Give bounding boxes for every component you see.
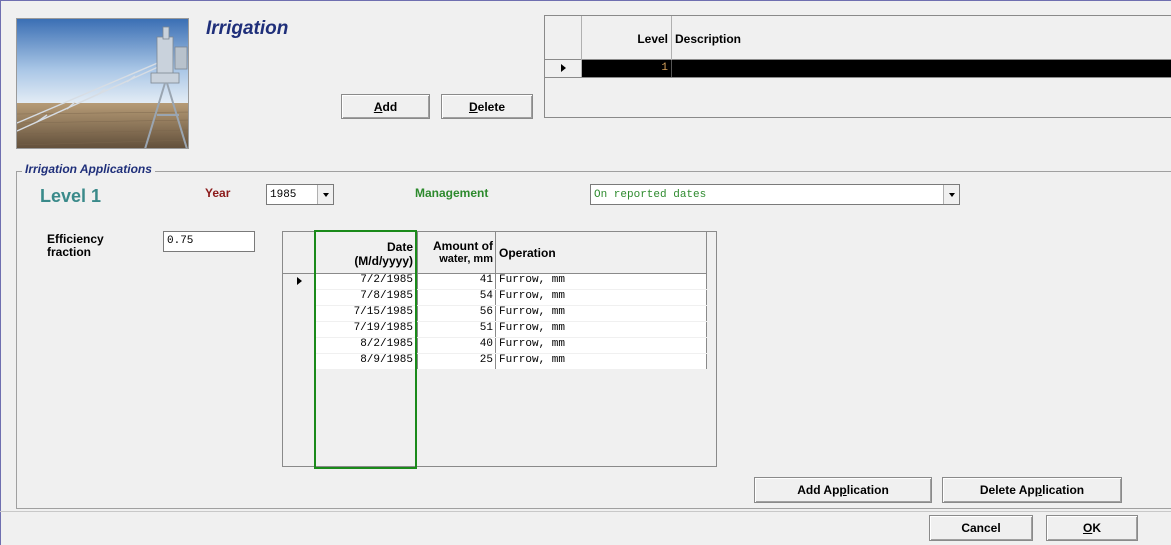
- efficiency-label-line2: fraction: [47, 245, 92, 259]
- management-dropdown-button[interactable]: [943, 185, 959, 204]
- application-row[interactable]: 8/9/1985 25 Furrow, mm: [283, 354, 707, 369]
- year-select[interactable]: 1985: [266, 184, 334, 205]
- year-label: Year: [205, 186, 231, 200]
- year-dropdown-button[interactable]: [317, 185, 333, 204]
- irrigation-photo: [16, 18, 189, 149]
- row-header[interactable]: [283, 354, 315, 369]
- operation-column-header[interactable]: Operation: [496, 232, 707, 274]
- date-cell[interactable]: 7/2/1985: [315, 274, 418, 289]
- delete-level-label: Delete: [468, 99, 506, 114]
- amount-cell[interactable]: 51: [418, 322, 496, 337]
- date-column-header[interactable]: Date (M/d/yyyy): [315, 232, 418, 274]
- row-header[interactable]: [283, 306, 315, 321]
- amount-cell[interactable]: 41: [418, 274, 496, 289]
- row-header[interactable]: [283, 274, 315, 289]
- add-application-button[interactable]: Add Application: [754, 477, 932, 503]
- current-level-label: Level 1: [40, 186, 102, 206]
- level-cell[interactable]: 1: [582, 60, 672, 77]
- level-column-header[interactable]: Level: [582, 16, 672, 60]
- date-cell[interactable]: 7/15/1985: [315, 306, 418, 321]
- date-cell[interactable]: 8/9/1985: [315, 354, 418, 369]
- add-level-button[interactable]: Add: [341, 94, 430, 119]
- operation-cell[interactable]: Furrow, mm: [496, 290, 707, 305]
- chevron-down-icon: [322, 192, 329, 197]
- applications-grid: Date (M/d/yyyy) Amount of water, mm Oper…: [282, 231, 717, 467]
- pivot-irrigation-image: [17, 19, 188, 148]
- chevron-down-icon: [948, 192, 955, 197]
- applications-group-label: Irrigation Applications: [22, 162, 155, 176]
- application-row[interactable]: 7/15/1985 56 Furrow, mm: [283, 306, 707, 321]
- efficiency-input[interactable]: 0.75: [163, 231, 255, 252]
- cancel-button[interactable]: Cancel: [929, 515, 1033, 541]
- row-header[interactable]: [283, 290, 315, 305]
- amount-cell[interactable]: 56: [418, 306, 496, 321]
- applications-grid-header: Date (M/d/yyyy) Amount of water, mm Oper…: [283, 232, 707, 274]
- level-grid-corner: [545, 16, 582, 60]
- date-header-line2: (M/d/yyyy): [354, 254, 413, 268]
- date-cell[interactable]: 7/19/1985: [315, 322, 418, 337]
- level-grid-row[interactable]: 1: [545, 60, 1171, 78]
- operation-cell[interactable]: Furrow, mm: [496, 306, 707, 321]
- add-level-label: Add: [373, 99, 398, 114]
- row-header[interactable]: [283, 338, 315, 353]
- date-header-line1: Date: [386, 240, 413, 254]
- operation-cell[interactable]: Furrow, mm: [496, 354, 707, 369]
- amount-cell[interactable]: 54: [418, 290, 496, 305]
- amount-cell[interactable]: 25: [418, 354, 496, 369]
- delete-level-button[interactable]: Delete: [441, 94, 533, 119]
- efficiency-label: Efficiency fraction: [47, 233, 104, 259]
- amount-header-line2: water, mm: [439, 253, 493, 265]
- application-row[interactable]: 7/2/1985 41 Furrow, mm: [283, 274, 707, 289]
- description-column-header[interactable]: Description: [672, 16, 741, 60]
- application-row[interactable]: 8/2/1985 40 Furrow, mm: [283, 338, 707, 353]
- ok-button[interactable]: OK: [1046, 515, 1138, 541]
- applications-grid-corner: [283, 232, 315, 274]
- year-value: 1985: [270, 188, 297, 201]
- level-grid: Level Description 1: [544, 15, 1171, 118]
- application-row[interactable]: 7/19/1985 51 Furrow, mm: [283, 322, 707, 337]
- add-application-label: Add Application: [797, 483, 889, 497]
- operation-cell[interactable]: Furrow, mm: [496, 274, 707, 289]
- page-title: Irrigation: [206, 18, 289, 39]
- amount-column-header[interactable]: Amount of water, mm: [418, 232, 496, 274]
- row-header[interactable]: [283, 322, 315, 337]
- level-grid-header: Level Description: [545, 16, 1171, 60]
- ok-label: OK: [1082, 521, 1101, 535]
- management-value: On reported dates: [594, 188, 707, 201]
- row-pointer-icon: [561, 64, 566, 72]
- management-select[interactable]: On reported dates: [590, 184, 960, 205]
- date-cell[interactable]: 8/2/1985: [315, 338, 418, 353]
- description-cell[interactable]: [672, 60, 1171, 77]
- delete-application-button[interactable]: Delete Application: [942, 477, 1122, 503]
- row-pointer-icon: [297, 277, 302, 285]
- footer-divider: [0, 511, 1171, 512]
- delete-application-label: Delete Application: [979, 483, 1085, 497]
- management-label: Management: [415, 186, 489, 200]
- date-cell[interactable]: 7/8/1985: [315, 290, 418, 305]
- amount-header-line1: Amount of: [433, 239, 493, 253]
- row-header[interactable]: [545, 60, 582, 77]
- application-row[interactable]: 7/8/1985 54 Furrow, mm: [283, 290, 707, 305]
- amount-cell[interactable]: 40: [418, 338, 496, 353]
- operation-cell[interactable]: Furrow, mm: [496, 338, 707, 353]
- operation-cell[interactable]: Furrow, mm: [496, 322, 707, 337]
